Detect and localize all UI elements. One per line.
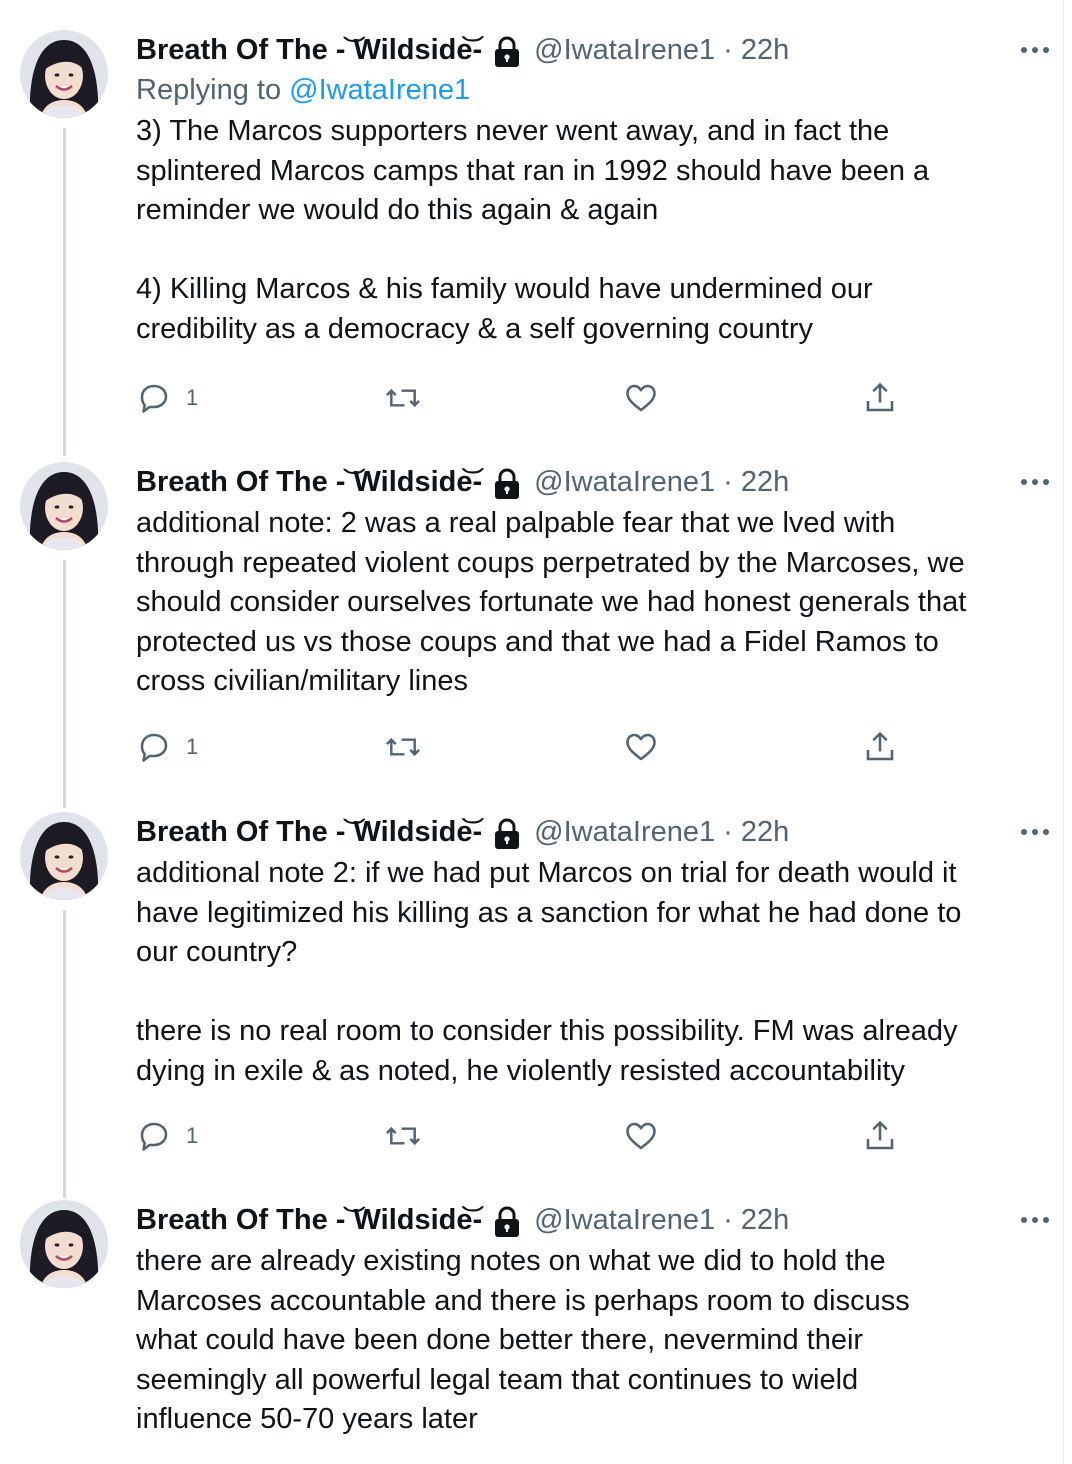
display-name[interactable]: Breath Of The -͝ Wildside͝- — [136, 462, 482, 502]
tweet-text: additional note: 2 was a real palpable f… — [136, 507, 967, 698]
avatar[interactable] — [20, 1200, 108, 1288]
like-button[interactable] — [623, 378, 659, 418]
handle[interactable]: @IwataIrene1 — [534, 30, 715, 70]
tweet[interactable]: Breath Of The -͝ Wildside͝- @IwataIrene1… — [0, 30, 1060, 440]
timestamp[interactable]: 22h — [741, 1200, 789, 1240]
separator: · — [723, 816, 733, 848]
tweet-header: Breath Of The -͝ Wildside͝- @IwataIrene1… — [136, 30, 1030, 70]
tweet[interactable]: Breath Of The -͝ Wildside͝- @IwataIrene1… — [0, 812, 1060, 1182]
replying-handle-link[interactable]: @IwataIrene1 — [289, 74, 470, 106]
tweet-actions: 1 — [136, 1116, 916, 1156]
tweet-text: there are already existing notes on what… — [136, 1245, 910, 1436]
like-button[interactable] — [623, 727, 659, 767]
share-icon — [866, 731, 894, 761]
heart-icon — [626, 1122, 656, 1150]
reply-count: 1 — [186, 734, 199, 759]
like-button[interactable] — [623, 1116, 659, 1156]
heart-icon — [626, 733, 656, 761]
tweet[interactable]: Breath Of The -͝ Wildside͝- @IwataIrene1… — [0, 1200, 1060, 1450]
tweet-text: 3) The Marcos supporters never went away… — [136, 115, 930, 345]
retweet-icon — [386, 737, 420, 757]
separator: · — [723, 1204, 733, 1236]
display-name[interactable]: Breath Of The -͝ Wildside͝- — [136, 30, 482, 70]
retweet-button[interactable] — [384, 1116, 422, 1156]
share-button[interactable] — [862, 1116, 898, 1156]
lock-icon — [492, 817, 522, 851]
avatar-image — [20, 1200, 108, 1288]
reply-icon — [140, 733, 168, 762]
reply-button[interactable]: 1 — [136, 727, 198, 767]
avatar-image — [20, 812, 108, 900]
separator: · — [723, 466, 733, 498]
handle[interactable]: @IwataIrene1 — [534, 812, 715, 852]
avatar[interactable] — [20, 812, 108, 900]
avatar-image — [20, 462, 108, 550]
tweet-header: Breath Of The -͝ Wildside͝- @IwataIrene1… — [136, 812, 1030, 852]
more-icon[interactable] — [1018, 38, 1052, 62]
avatar[interactable] — [20, 462, 108, 550]
reply-button[interactable]: 1 — [136, 1116, 198, 1156]
retweet-icon — [386, 388, 420, 408]
retweet-button[interactable] — [384, 727, 422, 767]
handle[interactable]: @IwataIrene1 — [534, 1200, 715, 1240]
tweet-text: additional note 2: if we had put Marcos … — [136, 857, 962, 1087]
replying-label: Replying to — [136, 74, 290, 106]
reply-button[interactable]: 1 — [136, 378, 198, 418]
share-icon — [866, 1120, 894, 1150]
avatar[interactable] — [20, 30, 108, 118]
more-icon[interactable] — [1018, 1208, 1052, 1232]
replying-to: Replying to @IwataIrene1 — [136, 70, 1030, 110]
handle[interactable]: @IwataIrene1 — [534, 462, 715, 502]
display-name[interactable]: Breath Of The -͝ Wildside͝- — [136, 812, 482, 852]
more-icon[interactable] — [1018, 820, 1052, 844]
tweet-actions: 1 — [136, 378, 916, 418]
timeline-border — [1063, 0, 1064, 1464]
more-icon[interactable] — [1018, 470, 1052, 494]
share-icon — [866, 382, 894, 412]
reply-icon — [140, 384, 168, 413]
reply-icon — [140, 1122, 168, 1151]
separator: · — [723, 34, 733, 66]
reply-count: 1 — [186, 385, 199, 410]
retweet-icon — [386, 1126, 420, 1146]
retweet-button[interactable] — [384, 378, 422, 418]
tweet-header: Breath Of The -͝ Wildside͝- @IwataIrene1… — [136, 1200, 1030, 1240]
share-button[interactable] — [862, 727, 898, 767]
timestamp[interactable]: 22h — [741, 462, 789, 502]
reply-count: 1 — [186, 1123, 199, 1148]
share-button[interactable] — [862, 378, 898, 418]
avatar-image — [20, 30, 108, 118]
tweet[interactable]: Breath Of The -͝ Wildside͝- @IwataIrene1… — [0, 462, 1060, 792]
heart-icon — [626, 384, 656, 412]
display-name[interactable]: Breath Of The -͝ Wildside͝- — [136, 1200, 482, 1240]
tweet-header: Breath Of The -͝ Wildside͝- @IwataIrene1… — [136, 462, 1030, 502]
lock-icon — [492, 35, 522, 69]
tweet-actions: 1 — [136, 727, 916, 767]
lock-icon — [492, 467, 522, 501]
lock-icon — [492, 1205, 522, 1239]
timestamp[interactable]: 22h — [741, 30, 789, 70]
timestamp[interactable]: 22h — [741, 812, 789, 852]
